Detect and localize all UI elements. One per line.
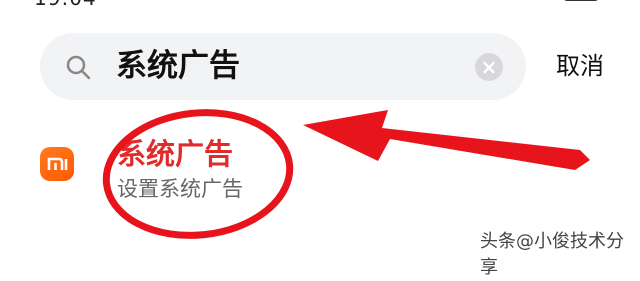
search-result-item[interactable]: 系统广告 设置系统广告 (0, 118, 640, 218)
search-icon (66, 55, 91, 80)
watermark: 头条@小俊技术分享 (480, 231, 624, 278)
status-indicators-icon (564, 0, 598, 1)
status-time: 19:04 (34, 0, 97, 10)
search-input[interactable]: 系统广告 (116, 45, 240, 87)
app-icon (40, 147, 74, 181)
result-subtitle: 设置系统广告 (117, 177, 243, 201)
search-box[interactable]: 系统广告 × (40, 33, 526, 100)
cancel-button[interactable]: 取消 (556, 49, 604, 83)
close-icon: × (480, 55, 498, 79)
status-bar: 19:04 (0, 0, 640, 12)
mi-logo-icon (47, 157, 68, 170)
clear-search-button[interactable]: × (475, 53, 503, 81)
result-title: 系统广告 (117, 137, 234, 171)
